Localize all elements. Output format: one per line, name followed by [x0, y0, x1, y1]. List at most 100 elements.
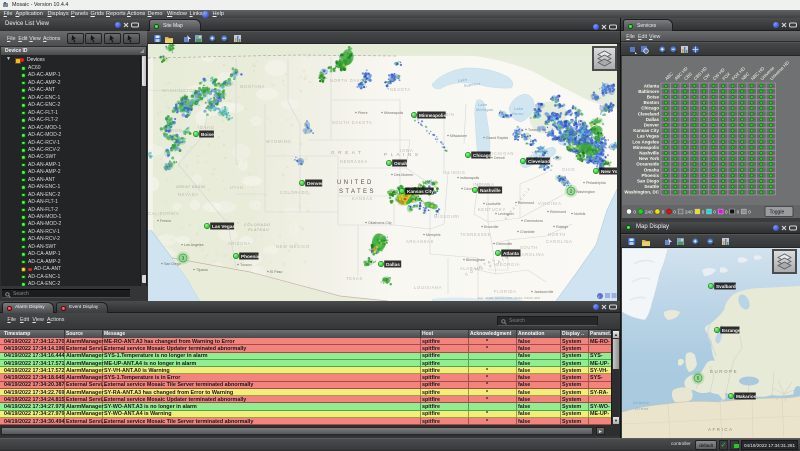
svg-text:OHIO: OHIO	[562, 167, 575, 172]
svg-text:Baltimore: Baltimore	[638, 89, 659, 94]
svg-text:Boise: Boise	[647, 95, 660, 100]
svg-text:Raleigh: Raleigh	[556, 225, 568, 229]
svg-text:Indianapolis: Indianapolis	[460, 176, 479, 180]
svg-text:Omaha: Omaha	[644, 167, 660, 172]
svg-text:Toggle: Toggle	[770, 210, 785, 216]
svg-text:Atlantic: Atlantic	[632, 401, 649, 405]
svg-text:5: 5	[697, 376, 700, 381]
svg-text:Chicago: Chicago	[641, 106, 659, 111]
svg-text:Denver: Denver	[307, 181, 323, 186]
svg-text:Esri, HERE, Garmin, FAO, NOAA,: Esri, HERE, Garmin, FAO, NOAA, USGS, EPA	[478, 296, 540, 300]
svg-text:0: 0	[748, 209, 751, 214]
svg-text:Dallas: Dallas	[646, 117, 660, 122]
svg-text:Ocean: Ocean	[635, 407, 649, 411]
svg-text:0: 0	[737, 209, 740, 214]
svg-text:SOUTH DAKOTA: SOUTH DAKOTA	[332, 120, 372, 125]
svg-text:Jacksonville: Jacksonville	[534, 290, 553, 294]
svg-text:Huron: Huron	[512, 112, 524, 116]
svg-text:Pierre: Pierre	[358, 111, 368, 115]
svg-text:Los Angeles: Los Angeles	[184, 243, 204, 247]
svg-text:Cleveland: Cleveland	[638, 111, 660, 116]
svg-text:Dallas: Dallas	[386, 262, 400, 267]
svg-text:Lake: Lake	[514, 107, 523, 111]
svg-text:KANSAS: KANSAS	[352, 196, 373, 201]
svg-text:El Paso: El Paso	[270, 270, 282, 274]
svg-text:VIRGINIA: VIRGINIA	[538, 201, 562, 206]
svg-text:ILLINOIS: ILLINOIS	[443, 170, 465, 175]
svg-text:TENNESSEE: TENNESSEE	[460, 232, 491, 237]
svg-text:NORTH: NORTH	[548, 232, 566, 237]
svg-text:0: 0	[673, 209, 676, 214]
svg-text:IDAHO: IDAHO	[198, 125, 214, 130]
svg-text:CALIFORNIA: CALIFORNIA	[148, 211, 180, 216]
svg-text:Minneapolis: Minneapolis	[419, 113, 446, 118]
svg-text:Richmond: Richmond	[518, 201, 534, 205]
svg-text:Fresno: Fresno	[160, 219, 171, 223]
svg-text:Detroit: Detroit	[494, 156, 505, 160]
svg-text:Las Vegas: Las Vegas	[212, 224, 235, 229]
svg-text:STATES: STATES	[339, 189, 376, 195]
svg-text:0: 0	[633, 209, 636, 214]
svg-text:Lake: Lake	[478, 103, 487, 107]
svg-text:Denver: Denver	[644, 123, 660, 128]
svg-text:PLATEAU: PLATEAU	[248, 228, 269, 232]
svg-text:Washington: Washington	[576, 190, 595, 194]
svg-text:Knoxville: Knoxville	[484, 225, 498, 229]
svg-text:Oceanside: Oceanside	[636, 162, 659, 167]
svg-text:Nashville: Nashville	[639, 151, 659, 156]
svg-text:0: 0	[725, 209, 728, 214]
svg-text:Greenville: Greenville	[496, 242, 512, 246]
svg-text:Tucson: Tucson	[240, 263, 252, 267]
svg-text:Minneapolis: Minneapolis	[384, 111, 403, 115]
svg-text:ARKANSAS: ARKANSAS	[406, 239, 434, 244]
svg-text:Phoenix: Phoenix	[641, 173, 659, 178]
svg-text:Boston: Boston	[644, 100, 660, 105]
svg-text:Grand Rapids: Grand Rapids	[486, 136, 508, 140]
svg-text:NEBRASKA: NEBRASKA	[340, 159, 368, 164]
svg-text:Svalbard: Svalbard	[716, 284, 736, 289]
svg-text:Nashville: Nashville	[480, 188, 501, 193]
svg-text:Charlotte: Charlotte	[520, 230, 535, 234]
svg-text:Atlanta: Atlanta	[503, 251, 519, 256]
svg-text:ARIZONA: ARIZONA	[228, 241, 251, 246]
svg-text:CAROLINA: CAROLINA	[546, 239, 573, 244]
svg-text:SOUTH: SOUTH	[520, 245, 538, 250]
svg-text:240: 240	[685, 209, 693, 214]
svg-text:P L A I N S: P L A I N S	[384, 152, 419, 157]
svg-text:UTAH: UTAH	[230, 185, 244, 190]
svg-text:San Diego: San Diego	[637, 179, 659, 184]
svg-text:LOUISIANA: LOUISIANA	[414, 285, 442, 290]
svg-text:COLORADO: COLORADO	[280, 190, 309, 195]
svg-text:Atlanta: Atlanta	[644, 83, 660, 88]
svg-text:0: 0	[713, 209, 716, 214]
svg-text:240: 240	[645, 209, 653, 214]
svg-text:New York: New York	[639, 156, 660, 161]
svg-text:GREAT BASIN: GREAT BASIN	[176, 185, 205, 189]
svg-text:TEXAS: TEXAS	[346, 276, 363, 281]
svg-text:Cleveland: Cleveland	[528, 159, 550, 164]
svg-text:Milwaukee: Milwaukee	[450, 134, 467, 138]
svg-text:Richmond: Richmond	[550, 210, 566, 214]
svg-text:Minneapolis: Minneapolis	[633, 145, 659, 150]
svg-text:FLORIDA: FLORIDA	[494, 289, 517, 294]
svg-text:Los Angeles: Los Angeles	[632, 139, 659, 144]
svg-text:Esrange: Esrange	[722, 328, 741, 333]
svg-text:NESOTA: NESOTA	[390, 87, 411, 92]
svg-text:WASHINGTON: WASHINGTON	[162, 88, 197, 93]
svg-text:Chicago: Chicago	[473, 153, 492, 158]
svg-text:Boise: Boise	[201, 132, 214, 137]
svg-text:New York: New York	[601, 169, 617, 174]
svg-text:Kansas City: Kansas City	[633, 128, 659, 133]
svg-text:Oklahoma City: Oklahoma City	[368, 221, 392, 225]
svg-text:Des Moines: Des Moines	[394, 173, 413, 177]
svg-text:MONTANA: MONTANA	[240, 84, 265, 89]
svg-text:Omaha: Omaha	[394, 161, 410, 166]
svg-text:NEW MEXICO: NEW MEXICO	[276, 244, 310, 249]
svg-text:MISSOURI: MISSOURI	[434, 214, 460, 219]
svg-text:Greensboro: Greensboro	[524, 219, 543, 223]
svg-text:EUROPE: EUROPE	[710, 369, 738, 374]
svg-text:COLORADO: COLORADO	[244, 223, 271, 227]
svg-text:Memphis: Memphis	[426, 233, 441, 237]
svg-text:Makarios: Makarios	[736, 394, 757, 399]
svg-text:2: 2	[570, 189, 573, 194]
